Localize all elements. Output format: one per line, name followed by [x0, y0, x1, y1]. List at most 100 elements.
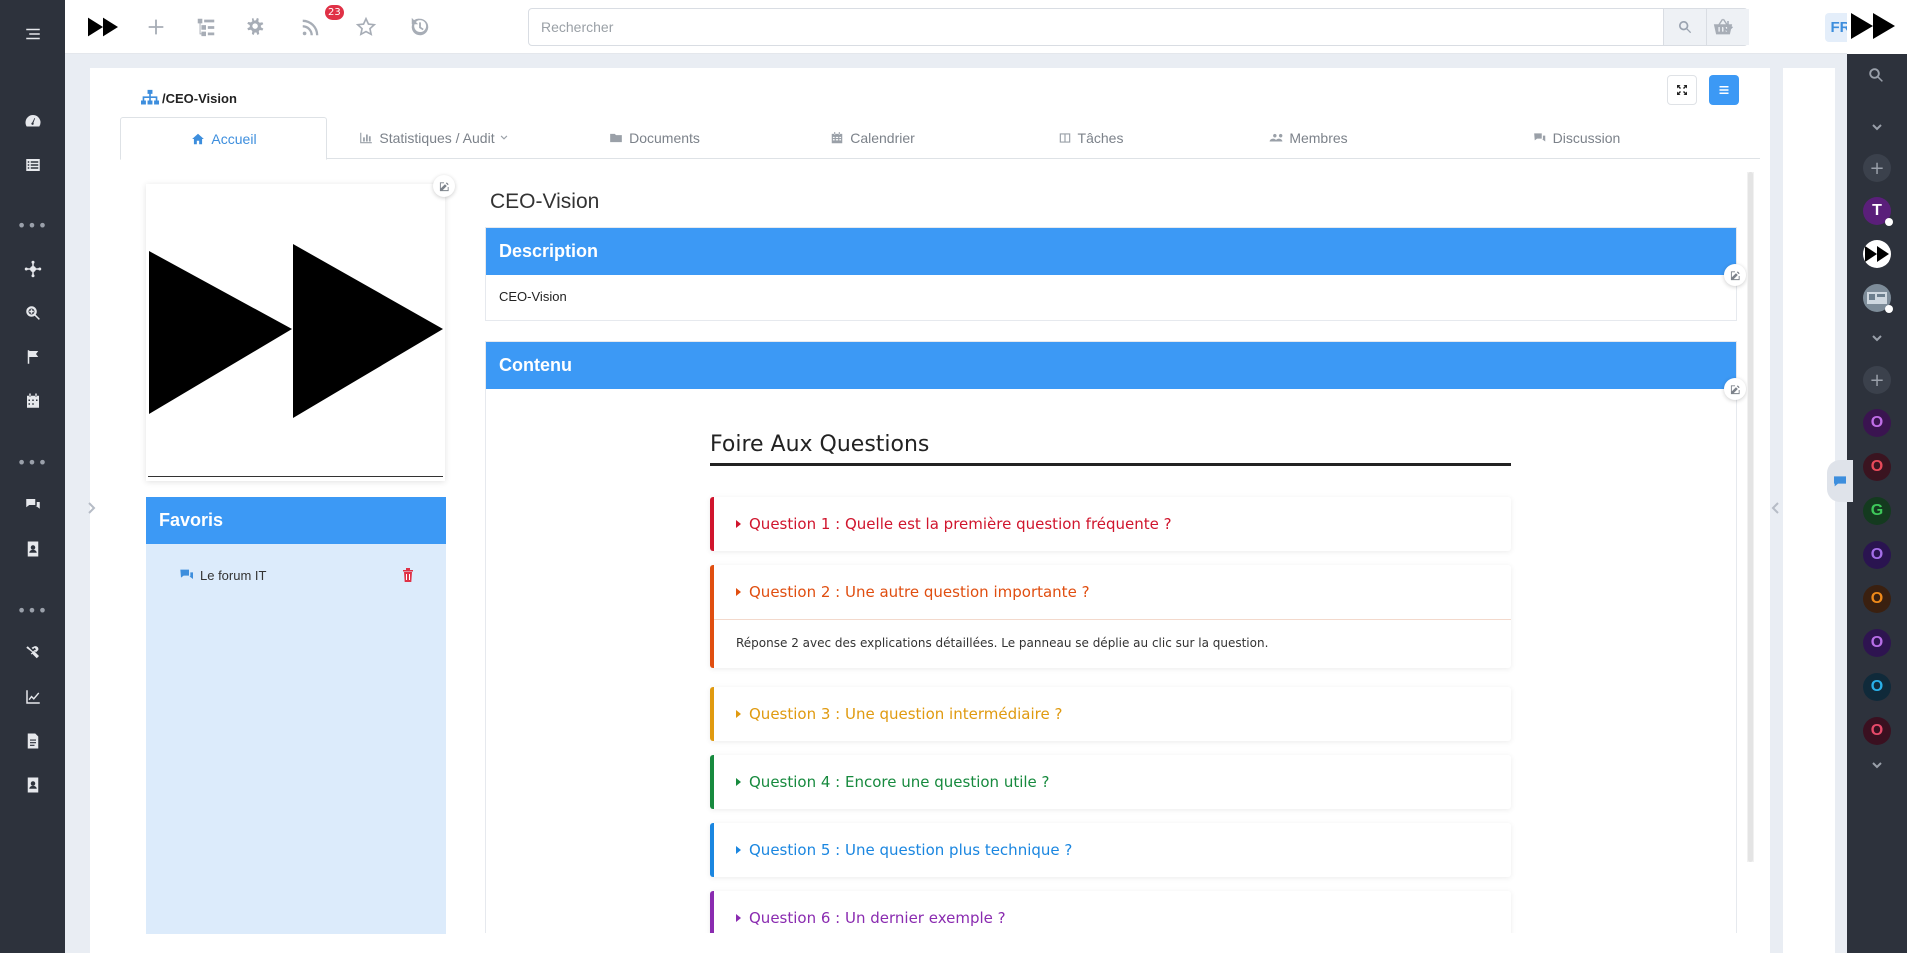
faq-question[interactable]: Question 2 : Une autre question importan…	[714, 565, 1511, 619]
content-top-gap	[87, 54, 1827, 66]
tab-statistiques[interactable]: Statistiques / Audit	[327, 117, 545, 159]
breadcrumb: / CEO-Vision	[140, 88, 237, 108]
left-sidebar: ••• ••• •••	[0, 0, 65, 953]
avatar[interactable]: O	[1863, 717, 1891, 745]
avatar-photo[interactable]	[1863, 284, 1893, 313]
network-icon[interactable]	[0, 257, 65, 281]
faq-item[interactable]: Question 4 : Encore une question utile ?	[710, 755, 1511, 809]
avatar[interactable]: O	[1863, 629, 1891, 657]
favoris-heading: Favoris	[146, 497, 446, 544]
right-top	[1847, 0, 1907, 54]
avatar[interactable]: O	[1863, 453, 1891, 481]
avatar[interactable]: T	[1863, 197, 1893, 226]
bar-chart-icon	[360, 132, 373, 144]
faq-item[interactable]: Question 2 : Une autre question importan…	[710, 565, 1511, 668]
hierarchy-icon[interactable]	[191, 12, 221, 42]
faq-question-text: Question 2 : Une autre question importan…	[749, 583, 1090, 601]
description-heading: Description	[486, 228, 1736, 275]
faq-title: Foire Aux Questions	[710, 432, 1511, 466]
tab-label: Statistiques / Audit	[379, 130, 495, 146]
description-section: Description CEO-Vision	[485, 227, 1737, 321]
brand-logo-icon[interactable]	[1851, 13, 1895, 43]
comments-icon	[1533, 133, 1545, 142]
faq-question[interactable]: Question 5 : Une question plus technique…	[714, 823, 1511, 877]
folder-icon	[610, 133, 622, 143]
expand-left-icon[interactable]	[84, 493, 98, 523]
chevron-down-icon[interactable]	[1870, 119, 1884, 133]
tab-membres[interactable]: Membres	[1199, 117, 1417, 159]
faq-item[interactable]: Question 3 : Une question intermédiaire …	[710, 687, 1511, 741]
tab-taches[interactable]: Tâches	[981, 117, 1199, 159]
history-icon[interactable]	[405, 12, 435, 42]
collapse-right-icon[interactable]	[1769, 493, 1783, 523]
calendar-icon[interactable]	[0, 389, 65, 413]
search-button[interactable]	[1663, 9, 1706, 45]
faq-question-text: Question 3 : Une question intermédiaire …	[749, 705, 1063, 723]
faq-question[interactable]: Question 3 : Une question intermédiaire …	[714, 687, 1511, 741]
avatar[interactable]: O	[1863, 541, 1891, 569]
right-sidebar: + T + O O G O O O O O	[1847, 54, 1907, 953]
tab-calendrier[interactable]: Calendrier	[763, 117, 981, 159]
delete-favorite-icon[interactable]	[402, 567, 414, 582]
flag-icon[interactable]	[0, 345, 65, 369]
tools-icon[interactable]	[0, 641, 65, 665]
faq-question[interactable]: Question 4 : Encore une question utile ?	[714, 755, 1511, 809]
tab-discussion[interactable]: Discussion	[1467, 117, 1685, 159]
chat-toggle-button[interactable]	[1827, 460, 1853, 502]
avatar[interactable]: O	[1863, 409, 1891, 437]
tab-label: Discussion	[1552, 130, 1621, 146]
list-icon[interactable]	[0, 153, 65, 177]
chat-icon[interactable]	[0, 493, 65, 517]
members-icon	[1269, 133, 1283, 142]
scrollbar-thumb[interactable]	[1748, 172, 1753, 862]
faq-item[interactable]: Question 1 : Quelle est la première ques…	[710, 497, 1511, 551]
faq-item[interactable]: Question 5 : Une question plus technique…	[710, 823, 1511, 877]
tab-label: Tâches	[1077, 130, 1124, 146]
edit-description-button[interactable]	[1724, 264, 1746, 286]
sitemap-icon[interactable]	[140, 89, 160, 107]
line-chart-icon[interactable]	[0, 685, 65, 709]
star-icon[interactable]	[351, 12, 381, 42]
rss-icon[interactable]	[296, 12, 326, 42]
menu-button[interactable]	[1709, 75, 1739, 105]
chevron-down-icon[interactable]	[1870, 757, 1884, 771]
add-space-button[interactable]: +	[1863, 154, 1891, 182]
address-book-icon[interactable]	[0, 773, 65, 797]
add-icon[interactable]	[141, 12, 171, 42]
avatar[interactable]: O	[1863, 585, 1891, 613]
calendar-icon	[831, 132, 843, 144]
sidebar-search-icon[interactable]	[1867, 66, 1885, 88]
tasks-icon	[1059, 133, 1070, 143]
topbar: 23 FR	[65, 0, 1878, 54]
search-icon	[1679, 21, 1692, 34]
favoris-item[interactable]: Le forum IT	[178, 567, 266, 583]
basket-icon[interactable]	[1708, 12, 1738, 42]
avatar[interactable]: G	[1863, 497, 1891, 525]
dashboard-icon[interactable]	[0, 109, 65, 133]
tab-label: Membres	[1289, 130, 1348, 146]
add-space-button[interactable]: +	[1863, 366, 1891, 394]
faq-answer: Réponse 2 avec des explications détaillé…	[714, 619, 1511, 668]
search-zoom-icon[interactable]	[0, 301, 65, 325]
menu-toggle-icon[interactable]	[0, 22, 65, 46]
contact-book-icon[interactable]	[0, 537, 65, 561]
search-box	[528, 8, 1749, 46]
logo-icon[interactable]	[88, 12, 118, 42]
search-input[interactable]	[529, 9, 1663, 45]
faq-question[interactable]: Question 1 : Quelle est la première ques…	[714, 497, 1511, 551]
edit-logo-button[interactable]	[433, 175, 455, 197]
document-icon[interactable]	[0, 729, 65, 753]
chevron-down-icon[interactable]	[1870, 330, 1884, 344]
settings-icon[interactable]	[241, 12, 271, 42]
description-text: CEO-Vision	[499, 289, 567, 304]
avatar[interactable]: O	[1863, 673, 1891, 701]
avatar-logo[interactable]	[1863, 240, 1891, 268]
faq-question-text: Question 5 : Une question plus technique…	[749, 841, 1073, 859]
edit-contenu-button[interactable]	[1724, 378, 1746, 400]
tab-documents[interactable]: Documents	[545, 117, 763, 159]
fullscreen-button[interactable]	[1667, 75, 1697, 105]
edit-icon	[439, 181, 449, 191]
tab-accueil[interactable]: Accueil	[120, 117, 327, 160]
notifications-badge: 23	[325, 5, 344, 20]
breadcrumb-current[interactable]: CEO-Vision	[166, 91, 237, 106]
